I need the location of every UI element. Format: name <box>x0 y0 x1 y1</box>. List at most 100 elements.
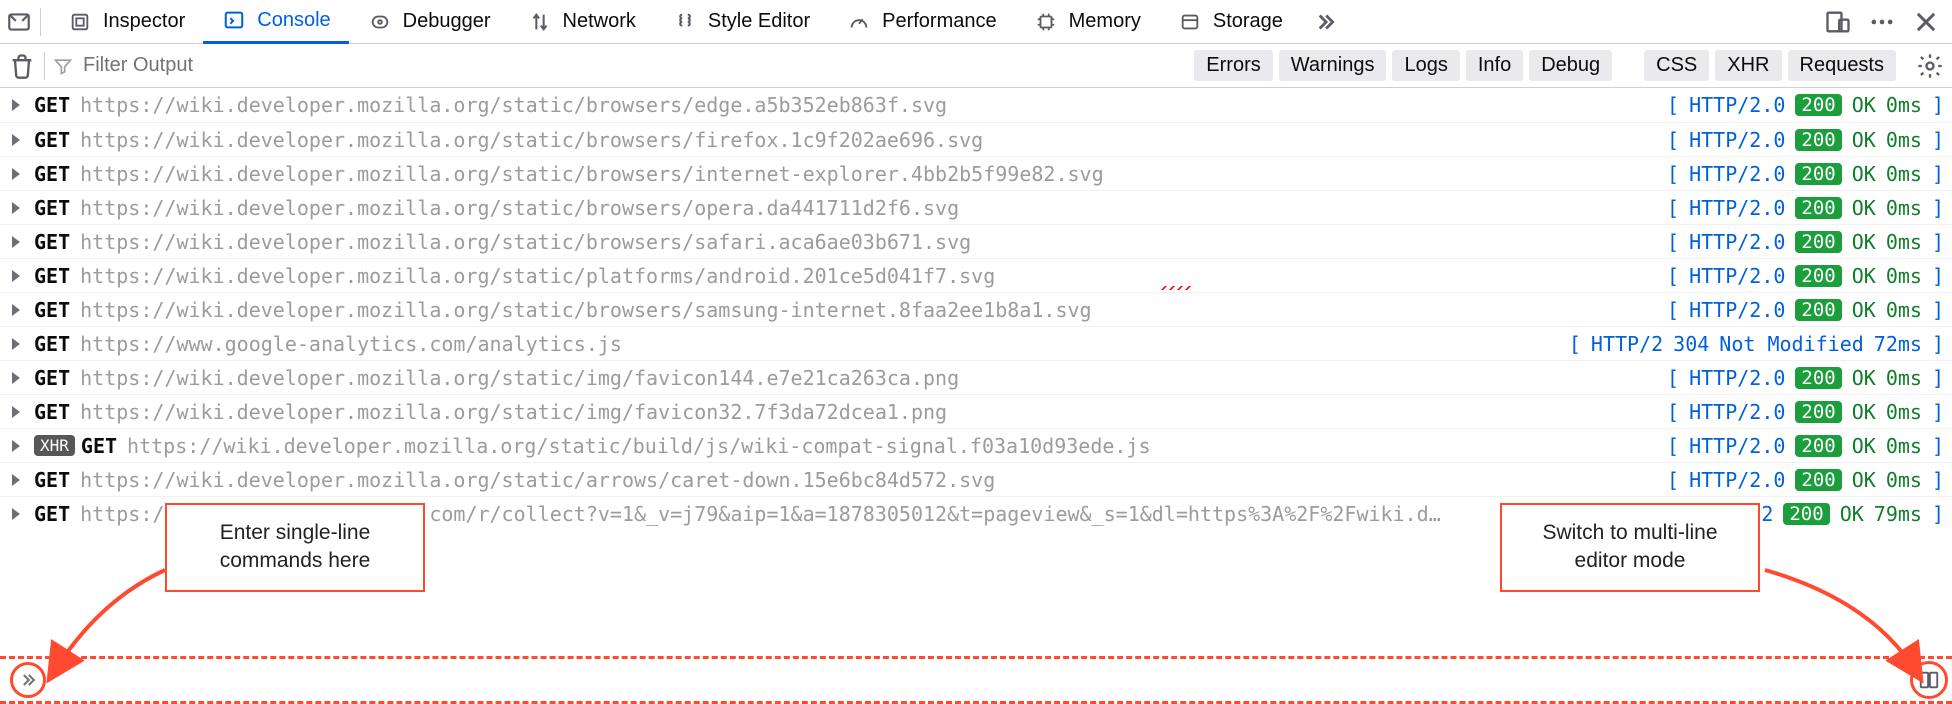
http-method: GET <box>34 162 70 186</box>
close-icon[interactable] <box>1912 8 1940 36</box>
tool-tab-label: Console <box>257 9 330 32</box>
expand-twisty-icon[interactable] <box>12 372 20 384</box>
log-row[interactable]: GET https://wiki.developer.mozilla.org/st… <box>0 258 1952 292</box>
log-row[interactable]: GEThttps://wiki.developer.mozilla.org/st… <box>0 360 1952 394</box>
status-text: OK <box>1852 93 1876 117</box>
responsive-design-icon[interactable] <box>1824 8 1852 36</box>
expand-twisty-icon[interactable] <box>12 134 20 146</box>
filter-chip-debug[interactable]: Debug <box>1529 50 1612 81</box>
tool-tab-inspector[interactable]: Inspector <box>49 0 203 44</box>
request-url[interactable]: https://wiki.developer.mozilla.org/stati… <box>80 264 995 288</box>
request-url[interactable]: https://wiki.developer.mozilla.org/stati… <box>80 298 1091 322</box>
js-input-line[interactable] <box>0 656 1952 704</box>
log-row[interactable]: GEThttps://wiki.developer.mozilla.org/st… <box>0 292 1952 326</box>
protocol: HTTP/2.0 <box>1689 93 1785 117</box>
expand-twisty-icon[interactable] <box>12 236 20 248</box>
protocol: HTTP/2.0 <box>1689 366 1785 390</box>
duration: 0ms <box>1886 468 1922 492</box>
request-url[interactable]: https://wiki.developer.mozilla.org/stati… <box>80 400 947 424</box>
expand-twisty-icon[interactable] <box>12 406 20 418</box>
log-row[interactable]: GET https://wiki.developer.mozilla.org/st… <box>0 88 1952 122</box>
filter-placeholder: Filter Output <box>83 54 193 77</box>
log-row[interactable]: GET https://wiki.developer.mozilla.org/st… <box>0 156 1952 190</box>
performance-icon <box>846 9 872 35</box>
tool-tab-storage[interactable]: Storage <box>1159 0 1301 44</box>
log-row[interactable]: GEThttps://www.google-analytics.com/anal… <box>0 326 1952 360</box>
request-url[interactable]: https://www.google-analytics.com/analyti… <box>80 332 622 356</box>
status-code: 304 <box>1673 332 1709 356</box>
spellcheck-squiggle <box>1160 286 1192 290</box>
status-text: OK <box>1852 196 1876 220</box>
tool-tab-console[interactable]: Console <box>203 0 348 44</box>
tool-tab-label: Performance <box>882 10 997 33</box>
filter-chip-css[interactable]: CSS <box>1644 50 1709 81</box>
log-row[interactable]: GEThttps://wiki.developer.mozilla.org/st… <box>0 190 1952 224</box>
request-url[interactable]: https://wiki.developer.mozilla.org/stati… <box>80 366 959 390</box>
duration: 72ms <box>1874 332 1922 356</box>
request-url[interactable]: https://wiki.developer.mozilla.org/stati… <box>80 468 995 492</box>
status-code: 200 <box>1795 401 1841 423</box>
status-text: OK <box>1852 468 1876 492</box>
log-row[interactable]: GEThttps://wiki.developer.mozilla.org/st… <box>0 224 1952 258</box>
status-code: 200 <box>1795 367 1841 389</box>
tool-tab-performance[interactable]: Performance <box>828 0 1015 44</box>
log-row[interactable]: GEThttps://wiki.developer.mozilla.org/st… <box>0 122 1952 156</box>
protocol: HTTP/2.0 <box>1689 298 1785 322</box>
expand-twisty-icon[interactable] <box>12 270 20 282</box>
expand-twisty-icon[interactable] <box>12 474 20 486</box>
debugger-icon <box>367 9 393 35</box>
log-row[interactable]: GEThttps://wiki.developer.mozilla.org/st… <box>0 394 1952 428</box>
tool-tab-label: Style Editor <box>708 10 810 33</box>
http-method: GET <box>34 264 70 288</box>
console-icon <box>221 7 247 33</box>
console-filterbar: Filter Output ErrorsWarningsLogsInfoDebu… <box>0 44 1952 88</box>
duration: 0ms <box>1886 298 1922 322</box>
http-method: GET <box>34 93 70 117</box>
trash-icon[interactable] <box>8 52 36 80</box>
iframe-picker-icon[interactable] <box>6 9 32 35</box>
tool-tab-label: Debugger <box>403 10 491 33</box>
filter-input[interactable]: Filter Output <box>53 50 1186 82</box>
request-url[interactable]: https://wiki.developer.mozilla.org/stati… <box>80 230 971 254</box>
filter-chip-requests[interactable]: Requests <box>1788 50 1897 81</box>
expand-twisty-icon[interactable] <box>12 440 20 452</box>
http-method: GET <box>81 434 117 458</box>
duration: 0ms <box>1886 162 1922 186</box>
filter-chip-info[interactable]: Info <box>1466 50 1523 81</box>
request-url[interactable]: https://wiki.developer.mozilla.org/stati… <box>127 434 1151 458</box>
expand-twisty-icon[interactable] <box>12 338 20 350</box>
log-row[interactable]: GEThttps://wiki.developer.mozilla.org/st… <box>0 462 1952 496</box>
request-url[interactable]: https://wiki.developer.mozilla.org/stati… <box>80 93 947 117</box>
filter-chip-warnings[interactable]: Warnings <box>1279 50 1387 81</box>
filter-chip-logs[interactable]: Logs <box>1392 50 1459 81</box>
tool-tab-memory[interactable]: Memory <box>1015 0 1159 44</box>
multiline-toggle-icon[interactable] <box>1910 661 1948 699</box>
duration: 0ms <box>1886 93 1922 117</box>
log-row[interactable]: XHRGEThttps://wiki.developer.mozilla.org… <box>0 428 1952 462</box>
expand-twisty-icon[interactable] <box>12 304 20 316</box>
tool-tab-debugger[interactable]: Debugger <box>349 0 509 44</box>
protocol: HTTP/2.0 <box>1689 468 1785 492</box>
inspector-icon <box>67 9 93 35</box>
expand-twisty-icon[interactable] <box>12 99 20 111</box>
protocol: HTTP/2 <box>1591 332 1663 356</box>
expand-twisty-icon[interactable] <box>12 202 20 214</box>
devtools-toolbar: Inspector Console Debugger Network Style Edi… <box>0 0 1952 44</box>
filter-chip-errors[interactable]: Errors <box>1194 50 1272 81</box>
style-editor-icon <box>672 9 698 35</box>
expand-twisty-icon[interactable] <box>12 168 20 180</box>
kebab-menu-icon[interactable] <box>1868 8 1896 36</box>
expand-twisty-icon[interactable] <box>12 508 20 520</box>
protocol: HTTP/2.0 <box>1689 400 1785 424</box>
gear-icon[interactable] <box>1916 52 1944 80</box>
overflow-icon[interactable] <box>1311 9 1337 35</box>
callout-multi-line: Switch to multi-line editor mode <box>1500 503 1760 592</box>
tool-tab-network[interactable]: Network <box>509 0 654 44</box>
filter-chip-xhr[interactable]: XHR <box>1715 50 1781 81</box>
request-url[interactable]: https://wiki.developer.mozilla.org/stati… <box>80 162 1104 186</box>
tool-tab-style-editor[interactable]: Style Editor <box>654 0 828 44</box>
request-url[interactable]: https://wiki.developer.mozilla.org/stati… <box>80 128 983 152</box>
prompt-icon[interactable] <box>10 662 46 698</box>
request-url[interactable]: https://wiki.developer.mozilla.org/stati… <box>80 196 959 220</box>
console-output: GET https://wiki.developer.mozilla.org/st… <box>0 88 1952 530</box>
